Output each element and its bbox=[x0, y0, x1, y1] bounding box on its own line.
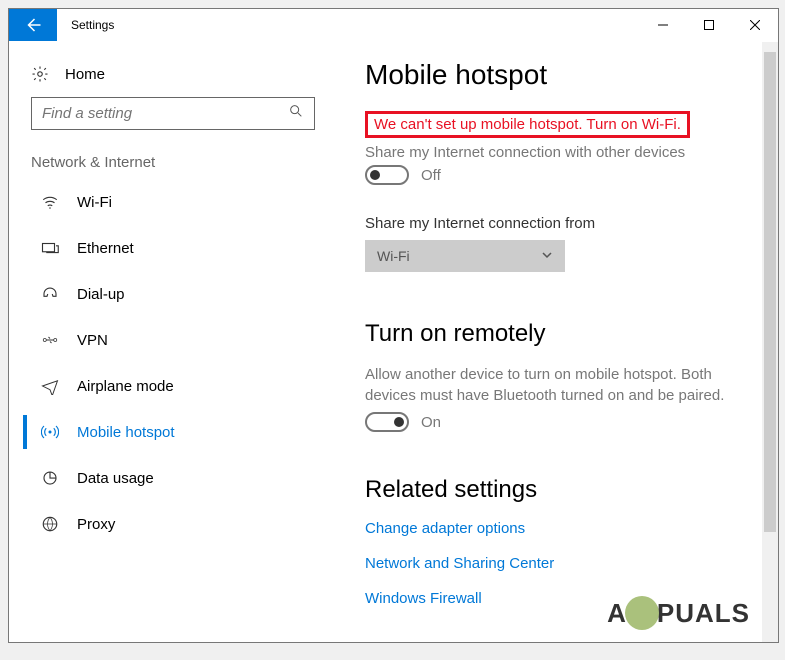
sidebar-item-ethernet[interactable]: Ethernet bbox=[23, 225, 323, 271]
page-title: Mobile hotspot bbox=[365, 59, 748, 91]
share-label: Share my Internet connection with other … bbox=[365, 144, 748, 161]
sidebar-item-label: Data usage bbox=[77, 470, 154, 487]
dialup-icon bbox=[41, 285, 59, 303]
ethernet-icon bbox=[41, 239, 59, 257]
link-network-sharing[interactable]: Network and Sharing Center bbox=[365, 555, 748, 572]
sidebar-item-label: Wi-Fi bbox=[77, 194, 112, 211]
sidebar-item-label: Ethernet bbox=[77, 240, 134, 257]
sidebar-item-label: Mobile hotspot bbox=[77, 424, 175, 441]
app-title: Settings bbox=[57, 9, 114, 41]
sidebar-item-datausage[interactable]: Data usage bbox=[23, 455, 323, 501]
chevron-down-icon bbox=[541, 248, 553, 264]
search-box[interactable] bbox=[31, 97, 315, 130]
settings-window: Settings Home Networ bbox=[8, 8, 779, 643]
link-adapter-options[interactable]: Change adapter options bbox=[365, 520, 748, 537]
share-toggle-state: Off bbox=[421, 167, 441, 184]
share-from-value: Wi-Fi bbox=[377, 248, 410, 264]
titlebar: Settings bbox=[9, 9, 778, 41]
remote-heading: Turn on remotely bbox=[365, 320, 748, 348]
sidebar-item-label: Proxy bbox=[77, 516, 115, 533]
minimize-button[interactable] bbox=[640, 9, 686, 41]
sidebar-item-vpn[interactable]: VPN bbox=[23, 317, 323, 363]
remote-desc: Allow another device to turn on mobile h… bbox=[365, 364, 745, 406]
scrollbar-thumb[interactable] bbox=[764, 52, 776, 532]
content-pane: Mobile hotspot We can't set up mobile ho… bbox=[329, 41, 778, 642]
close-icon bbox=[750, 20, 760, 30]
related-heading: Related settings bbox=[365, 476, 748, 504]
sidebar-item-dialup[interactable]: Dial-up bbox=[23, 271, 323, 317]
proxy-icon bbox=[41, 515, 59, 533]
datausage-icon bbox=[41, 469, 59, 487]
back-button[interactable] bbox=[9, 9, 57, 41]
home-button[interactable]: Home bbox=[23, 57, 323, 97]
sidebar-item-hotspot[interactable]: Mobile hotspot bbox=[23, 409, 323, 455]
mascot-icon bbox=[625, 596, 659, 630]
gear-icon bbox=[31, 65, 49, 83]
search-icon bbox=[288, 103, 304, 124]
watermark: APUALS bbox=[607, 596, 750, 630]
maximize-button[interactable] bbox=[686, 9, 732, 41]
sidebar-item-label: VPN bbox=[77, 332, 108, 349]
sidebar-item-wifi[interactable]: Wi-Fi bbox=[23, 179, 323, 225]
error-message: We can't set up mobile hotspot. Turn on … bbox=[374, 116, 681, 133]
sidebar-item-proxy[interactable]: Proxy bbox=[23, 501, 323, 547]
share-from-select[interactable]: Wi-Fi bbox=[365, 240, 565, 272]
sidebar-item-label: Dial-up bbox=[77, 286, 125, 303]
scrollbar[interactable] bbox=[762, 42, 778, 642]
maximize-icon bbox=[704, 20, 714, 30]
sidebar: Home Network & Internet Wi-Fi Ethernet D… bbox=[9, 41, 329, 642]
wifi-icon bbox=[41, 193, 59, 211]
minimize-icon bbox=[658, 20, 668, 30]
remote-toggle-state: On bbox=[421, 414, 441, 431]
search-input[interactable] bbox=[42, 105, 288, 122]
section-title: Network & Internet bbox=[23, 154, 323, 179]
arrow-left-icon bbox=[24, 16, 42, 34]
hotspot-icon bbox=[41, 423, 59, 441]
error-highlight: We can't set up mobile hotspot. Turn on … bbox=[365, 111, 690, 138]
airplane-icon bbox=[41, 377, 59, 395]
sidebar-item-airplane[interactable]: Airplane mode bbox=[23, 363, 323, 409]
vpn-icon bbox=[41, 331, 59, 349]
share-toggle[interactable] bbox=[365, 165, 409, 185]
share-from-label: Share my Internet connection from bbox=[365, 215, 748, 232]
close-button[interactable] bbox=[732, 9, 778, 41]
sidebar-item-label: Airplane mode bbox=[77, 378, 174, 395]
remote-toggle[interactable] bbox=[365, 412, 409, 432]
home-label: Home bbox=[65, 66, 105, 83]
body: Home Network & Internet Wi-Fi Ethernet D… bbox=[9, 41, 778, 642]
